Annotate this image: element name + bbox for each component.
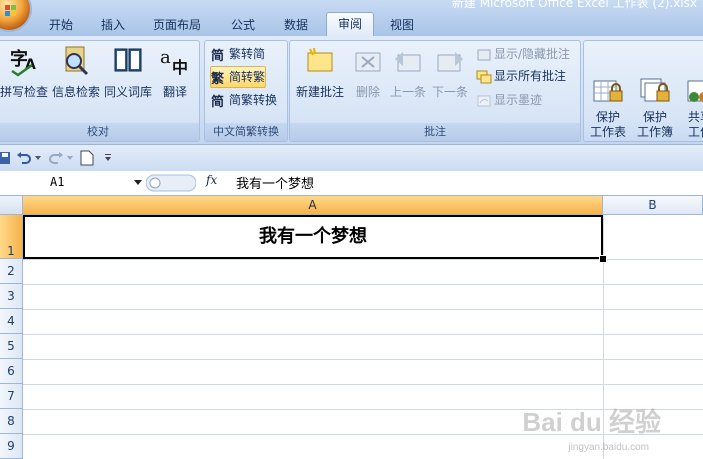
row-header-8[interactable]: 8 [0, 409, 23, 434]
spell-check-button[interactable]: 字A 拼写检查 [0, 45, 49, 100]
translate-icon: a中 [159, 45, 191, 77]
gridline [23, 384, 703, 385]
to-simplified-icon: 简 [211, 47, 227, 64]
to-simplified-button[interactable]: 简繁转简 [211, 44, 265, 64]
row-header-6[interactable]: 6 [0, 359, 23, 384]
svg-text:简: 简 [211, 94, 224, 109]
new-comment-button[interactable]: 新建批注 [292, 45, 348, 100]
row-header-1[interactable]: 1 [0, 215, 23, 259]
changes-group: 保护 工作表 保护 工作簿 共享 工作 [583, 40, 703, 142]
show-hide-comment-button[interactable]: 显示/隐藏批注 [476, 44, 570, 64]
proofing-group: 字A 拼写检查 信息检索 同义词库 a中 翻译 校对 [0, 40, 200, 142]
share-workbook-icon [684, 60, 703, 102]
chinese-conversion-group: 简繁转简 繁简转繁 简简繁转换 中文简繁转换 [204, 40, 288, 142]
research-button[interactable]: 信息检索 [51, 45, 101, 100]
name-box-dropdown-icon[interactable] [134, 180, 142, 186]
cell-a1[interactable]: 我有一个梦想 [23, 215, 603, 259]
insert-function-button[interactable]: fx [206, 173, 217, 187]
share-workbook-button[interactable]: 共享 工作 [680, 45, 703, 140]
translate-button[interactable]: a中 翻译 [155, 45, 195, 100]
tab-data[interactable]: 数据 [274, 14, 318, 36]
undo-icon[interactable] [16, 151, 32, 165]
show-hide-comment-icon [476, 47, 492, 63]
save-icon[interactable] [0, 151, 12, 165]
new-comment-icon [304, 45, 336, 77]
gridline [23, 359, 703, 360]
formula-bar-divider [146, 174, 196, 192]
svg-text:繁: 繁 [211, 71, 225, 86]
thesaurus-book-icon [112, 45, 144, 77]
row-header-7[interactable]: 7 [0, 384, 23, 409]
baidu-jingyan-url: jingyan.baidu.com [568, 442, 649, 453]
protect-sheet-icon [592, 60, 624, 102]
row-header-4[interactable]: 4 [0, 309, 23, 334]
gridline [23, 309, 703, 310]
column-header-b[interactable]: B [603, 196, 703, 215]
show-ink-icon [476, 93, 492, 109]
svg-text:a: a [160, 47, 171, 68]
column-header-a[interactable]: A [23, 196, 603, 215]
next-comment-icon [434, 45, 466, 77]
tab-review[interactable]: 审阅 [326, 12, 374, 37]
formula-input[interactable]: 我有一个梦想 [236, 173, 314, 192]
show-all-comments-icon [476, 69, 492, 85]
tab-home[interactable]: 开始 [38, 14, 84, 36]
svg-text:中: 中 [172, 58, 188, 77]
chinese-conversion-group-label: 中文简繁转换 [205, 123, 287, 141]
show-all-comments-button[interactable]: 显示所有批注 [476, 66, 566, 86]
tab-insert[interactable]: 插入 [92, 14, 134, 36]
gridline [23, 284, 703, 285]
chinese-convert-button[interactable]: 简简繁转换 [211, 90, 277, 110]
to-traditional-button[interactable]: 繁简转繁 [210, 66, 267, 88]
new-document-icon[interactable] [80, 150, 94, 166]
window-title: 新建 Microsoft Office Excel 工作表 (2).xlsx [451, 0, 697, 10]
delete-comment-icon [352, 45, 384, 77]
office-logo-icon [5, 5, 16, 16]
tab-page-layout[interactable]: 页面布局 [143, 14, 211, 36]
undo-dropdown-icon[interactable] [35, 156, 41, 160]
delete-comment-button[interactable]: 删除 [350, 45, 386, 100]
fill-handle[interactable] [599, 255, 607, 263]
chinese-convert-icon: 简 [211, 93, 227, 110]
tab-formulas[interactable]: 公式 [222, 14, 264, 36]
row-header-9[interactable]: 9 [0, 434, 23, 459]
protect-workbook-button[interactable]: 保护 工作簿 [632, 45, 678, 140]
tab-view[interactable]: 视图 [380, 14, 424, 36]
redo-dropdown-icon[interactable] [67, 156, 73, 160]
svg-text:简: 简 [211, 48, 224, 63]
protect-workbook-icon [639, 60, 671, 102]
name-box[interactable]: A1 [0, 173, 146, 191]
spell-check-icon: 字A [8, 45, 40, 77]
row-header-2[interactable]: 2 [0, 259, 23, 284]
row-header-3[interactable]: 3 [0, 284, 23, 309]
protect-sheet-button[interactable]: 保护 工作表 [586, 45, 630, 140]
proofing-group-label: 校对 [0, 123, 199, 141]
to-traditional-icon: 繁 [211, 70, 227, 87]
next-comment-button[interactable]: 下一条 [430, 45, 470, 100]
redo-icon[interactable] [48, 151, 64, 165]
customize-qat-icon[interactable] [104, 154, 112, 162]
research-icon [60, 45, 92, 77]
comments-group-label: 批注 [290, 123, 580, 141]
show-ink-button[interactable]: 显示墨迹 [476, 90, 542, 110]
previous-comment-button[interactable]: 上一条 [388, 45, 428, 100]
comments-group: 新建批注 删除 上一条 下一条 显示/隐藏批注 显示所有批注 显示墨迹 批注 [289, 40, 581, 142]
select-all-button[interactable] [0, 196, 23, 215]
gridline [23, 334, 703, 335]
baidu-jingyan-watermark: Bai du 经验 [522, 407, 661, 437]
thesaurus-button[interactable]: 同义词库 [103, 45, 153, 100]
previous-comment-icon [392, 45, 424, 77]
row-header-5[interactable]: 5 [0, 334, 23, 359]
